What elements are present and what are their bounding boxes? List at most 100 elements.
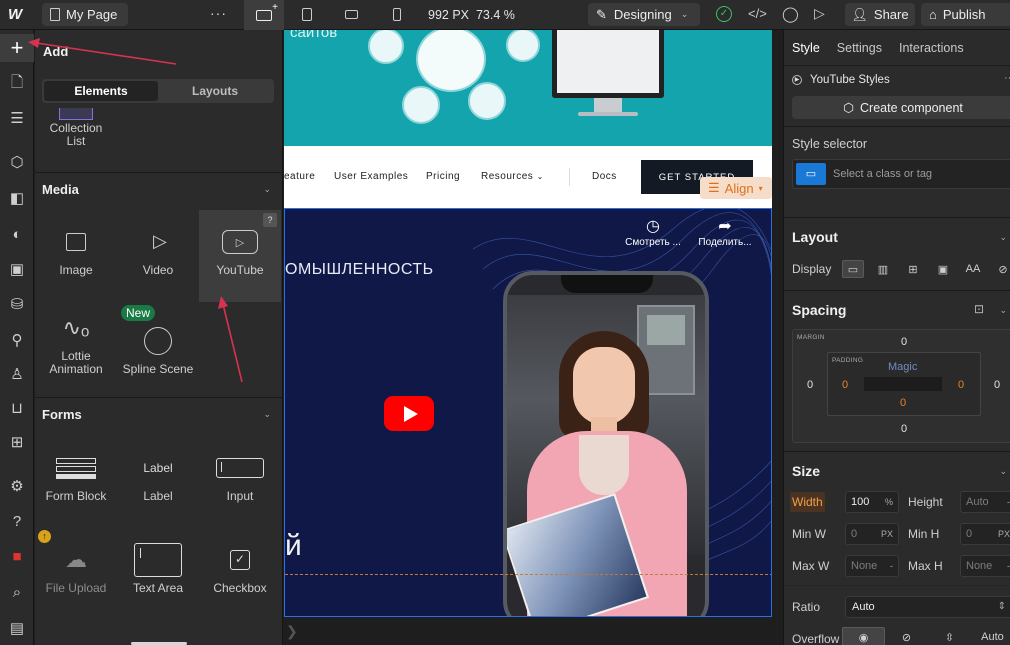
more-options-icon[interactable]: ···: [210, 5, 227, 21]
label-tile[interactable]: Label Label: [117, 446, 199, 526]
width-input[interactable]: 100%: [845, 491, 899, 513]
file-upload-tile[interactable]: ☁ File Upload: [35, 538, 117, 618]
comment-icon[interactable]: ◯: [782, 5, 799, 23]
collection-list-tile[interactable]: Collection List: [35, 108, 117, 166]
chevron-right-icon[interactable]: ❯: [286, 623, 298, 640]
check-circle-icon[interactable]: ✓: [716, 6, 732, 22]
margin-right-value[interactable]: 0: [994, 379, 1000, 391]
margin-top-value[interactable]: 0: [901, 336, 907, 348]
margin-bottom-value[interactable]: 0: [901, 423, 907, 435]
ratio-select[interactable]: Auto ⇕: [845, 596, 1010, 618]
search-icon[interactable]: ⌕: [0, 578, 34, 606]
pages-icon[interactable]: 🗋︎: [0, 70, 34, 98]
publish-button[interactable]: ⌂ Publish: [921, 3, 1010, 26]
watch-later-button[interactable]: ◷ Смотреть ...: [618, 217, 688, 248]
display-flex-icon[interactable]: ▥: [872, 260, 894, 278]
display-inline-icon[interactable]: AA: [962, 260, 984, 278]
max-height-label: Max H: [908, 559, 943, 573]
text-area-tile[interactable]: Text Area: [117, 538, 199, 618]
ecommerce-basket-icon[interactable]: ⊔: [0, 394, 34, 422]
preview-play-icon[interactable]: ▷: [814, 5, 825, 22]
design-canvas[interactable]: сайтов eature User Examples Pricing Reso…: [284, 30, 782, 645]
chevron-down-icon[interactable]: ⌄: [999, 466, 1007, 477]
tab-interactions[interactable]: Interactions: [899, 41, 964, 55]
element-options-icon[interactable]: ···: [1004, 72, 1010, 84]
tab-style[interactable]: Style: [792, 41, 820, 55]
overflow-auto-option[interactable]: Auto: [971, 627, 1010, 645]
apps-icon[interactable]: ⊞: [0, 428, 34, 456]
tablet-breakpoint-icon[interactable]: [302, 8, 312, 21]
overflow-scroll-icon[interactable]: ⇳: [928, 627, 971, 645]
layout-section-title[interactable]: Layout: [792, 229, 838, 245]
checkbox-tile[interactable]: ✓ Checkbox: [199, 538, 281, 618]
height-input[interactable]: Auto -: [960, 491, 1010, 513]
youtube-embed[interactable]: ОМЫШЛЕННОСТЬ ◷ Смотреть ... ➦ Поделить..…: [284, 208, 772, 617]
nav-link-pricing[interactable]: Pricing: [426, 171, 460, 182]
overflow-visible-eye-icon[interactable]: ◉: [842, 627, 885, 645]
help-icon[interactable]: ?: [0, 507, 34, 535]
padding-left-value[interactable]: 0: [842, 379, 848, 391]
assets-image-icon[interactable]: ▣: [0, 255, 34, 283]
overflow-hidden-icon[interactable]: ⊘: [885, 627, 928, 645]
chevron-down-icon[interactable]: ⌄: [999, 232, 1007, 243]
media-section-header[interactable]: Media ⌄: [35, 172, 282, 206]
display-inline-block-icon[interactable]: ▣: [932, 260, 954, 278]
page-selector-button[interactable]: My Page: [42, 3, 128, 26]
help-question-icon[interactable]: ?: [263, 213, 277, 227]
add-breakpoint-button[interactable]: [244, 0, 284, 30]
spline-scene-tile[interactable]: Spline Scene: [117, 319, 199, 399]
tab-elements[interactable]: Elements: [44, 81, 158, 101]
lottie-animation-tile[interactable]: ∿ₒ Lottie Animation: [35, 306, 117, 386]
element-tag-chip[interactable]: ▭: [796, 163, 826, 185]
site-navbar[interactable]: eature User Examples Pricing Resources ⌄…: [284, 146, 772, 208]
display-block-icon[interactable]: ▭: [842, 260, 864, 278]
margin-left-value[interactable]: 0: [807, 379, 813, 391]
min-width-input[interactable]: 0 PX: [845, 523, 899, 545]
display-none-icon[interactable]: ⊘: [992, 260, 1010, 278]
components-cube-icon[interactable]: ⬡: [0, 148, 34, 176]
share-button[interactable]: 👤︎ Share: [845, 3, 915, 26]
share-video-button[interactable]: ➦ Поделить...: [690, 217, 760, 248]
video-tile[interactable]: ▷ Video: [117, 220, 199, 300]
nav-link-features[interactable]: eature: [284, 171, 315, 182]
record-icon[interactable]: ■: [0, 542, 34, 570]
create-component-button[interactable]: ⬡ Create component: [792, 96, 1010, 119]
size-section-title[interactable]: Size: [792, 463, 820, 479]
min-height-input[interactable]: 0 PX: [960, 523, 1010, 545]
mobile-landscape-breakpoint-icon[interactable]: [345, 10, 358, 19]
chevron-down-icon[interactable]: ⌄: [999, 305, 1007, 316]
input-tile[interactable]: Input: [199, 446, 281, 526]
forms-section-header[interactable]: Forms ⌄: [35, 397, 282, 431]
padding-bottom-value[interactable]: 0: [900, 397, 906, 409]
navigator-icon[interactable]: ☰: [0, 104, 34, 132]
users-icon[interactable]: ♙: [0, 360, 34, 388]
nav-link-resources[interactable]: Resources ⌄: [481, 171, 544, 182]
tab-layouts[interactable]: Layouts: [158, 81, 272, 101]
code-icon[interactable]: </>: [748, 6, 767, 21]
cms-database-icon[interactable]: ⛁: [0, 290, 34, 318]
style-selector-input[interactable]: ▭ Select a class or tag: [792, 159, 1010, 189]
width-label[interactable]: Width: [790, 492, 825, 512]
variables-drops-icon[interactable]: ◐: [0, 220, 34, 248]
tab-settings[interactable]: Settings: [837, 41, 882, 55]
video-tutorials-icon[interactable]: ▤: [0, 614, 34, 642]
spacing-presets-icon[interactable]: ⊡: [974, 302, 984, 316]
nav-link-docs[interactable]: Docs: [592, 171, 617, 182]
form-block-tile[interactable]: Form Block: [35, 446, 117, 526]
add-panel-plus-icon[interactable]: +: [0, 34, 34, 62]
nav-link-user-examples[interactable]: User Examples: [334, 171, 408, 182]
youtube-play-button[interactable]: [384, 396, 434, 431]
mobile-portrait-breakpoint-icon[interactable]: [393, 8, 401, 21]
mode-dropdown[interactable]: ✎ Designing ⌄: [588, 3, 700, 26]
align-button[interactable]: ☰ Align ▾: [700, 177, 772, 199]
style-selectors-icon[interactable]: ◧: [0, 184, 34, 212]
max-height-input[interactable]: None -: [960, 555, 1010, 577]
webflow-logo-icon[interactable]: W: [8, 6, 28, 24]
spacing-section-title[interactable]: Spacing: [792, 302, 846, 318]
display-grid-icon[interactable]: ⊞: [902, 260, 924, 278]
padding-right-value[interactable]: 0: [958, 379, 964, 391]
settings-gear-icon[interactable]: ⚙: [0, 472, 34, 500]
logic-flow-icon[interactable]: ⚲: [0, 326, 34, 354]
image-tile[interactable]: Image: [35, 220, 117, 300]
max-width-input[interactable]: None -: [845, 555, 899, 577]
